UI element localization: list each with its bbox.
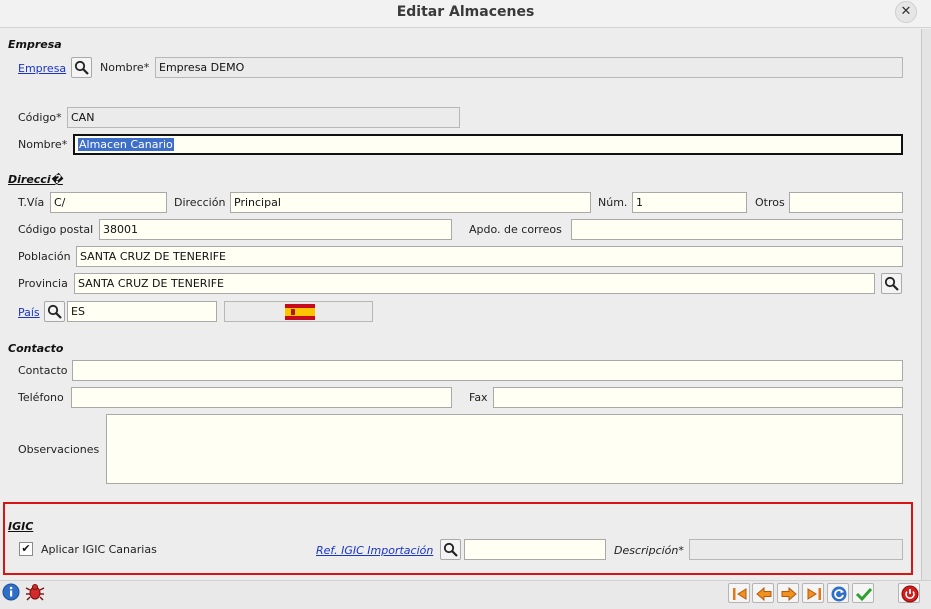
otros-label: Otros	[755, 196, 785, 209]
fax-field[interactable]	[493, 387, 903, 408]
empresa-link[interactable]: Empresa	[18, 62, 66, 75]
nombre-label: Nombre*	[18, 138, 68, 151]
first-record-icon	[733, 588, 747, 600]
pais-field[interactable]: ES	[67, 301, 217, 322]
cp-label: Código postal	[18, 223, 94, 236]
empresa-nombre-field: Empresa DEMO	[155, 57, 903, 78]
last-record-button[interactable]	[802, 583, 824, 603]
previous-record-icon	[756, 586, 772, 602]
refresh-icon	[831, 586, 847, 602]
ref-igic-search-button[interactable]	[440, 539, 461, 560]
title-bar: Editar Almacenes ✕	[0, 0, 931, 28]
scrollbar[interactable]	[921, 29, 931, 580]
nombre-selected-text: Almacen Canario	[78, 138, 174, 151]
fax-label: Fax	[469, 391, 488, 404]
apdo-label: Apdo. de correos	[469, 223, 562, 236]
provincia-search-button[interactable]	[881, 273, 902, 294]
next-record-button[interactable]	[777, 583, 799, 603]
tvia-field[interactable]: C/	[50, 192, 167, 213]
magnifier-icon	[47, 304, 62, 319]
close-power-icon	[901, 585, 919, 603]
next-record-icon	[781, 586, 797, 602]
apdo-field[interactable]	[571, 219, 903, 240]
pais-link[interactable]: País	[18, 306, 40, 319]
first-record-button[interactable]	[728, 583, 750, 603]
accept-icon	[855, 587, 873, 602]
codigo-label: Código*	[18, 111, 62, 124]
telefono-label: Teléfono	[18, 391, 64, 404]
refresh-button[interactable]	[827, 583, 849, 603]
observaciones-textarea[interactable]	[106, 414, 903, 484]
pais-flag-display	[224, 301, 373, 322]
close-power-button[interactable]	[898, 583, 920, 603]
telefono-field[interactable]	[71, 387, 452, 408]
direccion-label: Dirección	[174, 196, 226, 209]
spain-flag-icon	[285, 304, 315, 320]
otros-field[interactable]	[789, 192, 903, 213]
provincia-field[interactable]: SANTA CRUZ DE TENERIFE	[74, 273, 875, 294]
direccion-field[interactable]: Principal	[230, 192, 591, 213]
section-igic: IGIC	[8, 520, 34, 533]
nombre-field[interactable]: Almacen Canario	[73, 134, 903, 155]
section-contacto: Contacto	[8, 342, 64, 355]
num-field[interactable]: 1	[632, 192, 747, 213]
magnifier-icon	[74, 60, 89, 75]
contacto-label: Contacto	[18, 364, 68, 377]
provincia-label: Provincia	[18, 277, 68, 290]
observaciones-label: Observaciones	[18, 443, 100, 456]
ref-igic-field[interactable]	[464, 539, 606, 560]
previous-record-button[interactable]	[752, 583, 774, 603]
close-button[interactable]: ✕	[895, 1, 917, 23]
codigo-field: CAN	[67, 107, 460, 128]
window-title: Editar Almacenes	[396, 4, 535, 20]
last-record-icon	[807, 588, 821, 600]
aplicar-igic-checkbox[interactable]: ✔	[19, 542, 33, 556]
info-icon[interactable]	[2, 583, 22, 603]
num-label: Núm.	[598, 196, 628, 209]
empresa-nombre-label: Nombre*	[100, 61, 150, 74]
tvia-label: T.Vía	[18, 196, 45, 209]
ref-igic-link[interactable]: Ref. IGIC Importación	[316, 544, 433, 557]
contacto-field[interactable]	[72, 360, 903, 381]
aplicar-igic-label: Aplicar IGIC Canarias	[41, 543, 157, 556]
poblacion-label: Población	[18, 250, 71, 263]
descripcion-field	[689, 539, 903, 560]
cp-field[interactable]: 38001	[99, 219, 452, 240]
descripcion-label: Descripción*	[614, 544, 684, 557]
poblacion-field[interactable]: SANTA CRUZ DE TENERIFE	[76, 246, 903, 267]
section-direccion: Direcci�	[8, 173, 63, 186]
magnifier-icon	[443, 542, 458, 557]
magnifier-icon	[884, 276, 899, 291]
empresa-search-button[interactable]	[71, 57, 92, 78]
accept-button[interactable]	[852, 583, 874, 603]
bug-icon[interactable]	[25, 582, 47, 604]
pais-search-button[interactable]	[44, 301, 65, 322]
section-empresa: Empresa	[8, 38, 62, 51]
